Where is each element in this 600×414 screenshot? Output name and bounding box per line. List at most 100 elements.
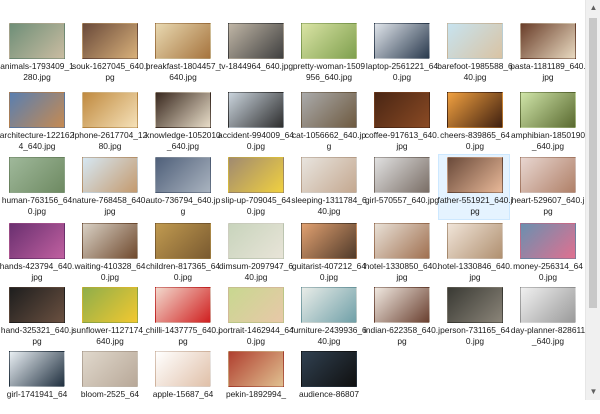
file-name: coffee-917613_640.jpg <box>364 130 440 151</box>
file-tile[interactable]: person-731165_640.jpg <box>438 284 510 350</box>
file-tile[interactable]: breakfast-1804457_640.jpg <box>146 20 220 86</box>
file-thumbnail <box>155 351 211 387</box>
file-thumbnail <box>82 287 138 323</box>
file-tile[interactable]: apple-15687_64 <box>146 348 218 414</box>
file-tile[interactable]: furniture-2439936_640.jpg <box>291 284 367 350</box>
file-tile[interactable]: nature-768458_640.jpg <box>72 154 148 220</box>
file-tile[interactable]: hands-423794_640.jpg <box>0 220 75 286</box>
file-tile[interactable]: portrait-1462944_640.jpg <box>218 284 294 350</box>
file-thumbnail <box>447 92 503 128</box>
file-tile[interactable]: animals-1793409_1280.jpg <box>0 20 74 86</box>
file-thumbnail <box>155 157 211 193</box>
file-tile[interactable]: audience-86807 <box>292 348 364 414</box>
file-thumbnail <box>301 92 357 128</box>
file-name: furniture-2439936_640.jpg <box>291 325 367 346</box>
file-thumbnail <box>520 157 576 193</box>
file-name: tv-1844964_640.jpg <box>218 61 294 71</box>
file-tile[interactable]: girl-570557_640.jpg <box>364 154 440 220</box>
file-thumbnail <box>520 92 576 128</box>
file-name: slip-up-709045_640.jpg <box>221 195 291 216</box>
file-tile[interactable]: pekin-1892994_ <box>219 348 291 414</box>
file-tile[interactable]: hand-325321_640.jpg <box>0 284 74 350</box>
file-tile[interactable]: cat-1056662_640.jpg <box>291 89 367 155</box>
file-tile[interactable]: barefoot-1985588_640.jpg <box>437 20 513 86</box>
file-tile[interactable]: waiting-410328_640.jpg <box>73 220 145 286</box>
file-thumbnail <box>447 287 503 323</box>
file-tile[interactable]: human-763156_640.jpg <box>0 154 72 220</box>
file-thumbnail <box>228 223 284 259</box>
chevron-up-icon[interactable]: ▲ <box>586 0 600 16</box>
file-thumbnail <box>301 351 357 387</box>
file-tile[interactable]: girl-1741941_64 <box>0 348 72 414</box>
file-tile[interactable]: indian-622358_640.jpg <box>364 284 440 350</box>
file-tile[interactable]: heart-529607_640.jpg <box>511 154 585 220</box>
file-name: apple-15687_64 <box>152 389 214 399</box>
file-tile[interactable]: dimsum-2097947_640.jpg <box>218 220 294 286</box>
file-tile[interactable]: sleeping-1311784_640.jpg <box>291 154 367 220</box>
file-tile[interactable]: children-817365_640.jpg <box>146 220 220 286</box>
vertical-scrollbar[interactable]: ▲ ▼ <box>585 0 600 400</box>
file-name: sleeping-1311784_640.jpg <box>291 195 367 216</box>
file-name: day-planner-828611_640.jpg <box>510 325 586 346</box>
file-tile[interactable]: father-551921_640.jpg <box>438 154 512 220</box>
file-thumbnail <box>228 92 284 128</box>
file-name: chilli-1437775_640.jpg <box>145 325 221 346</box>
file-thumbnail <box>82 157 138 193</box>
file-tile[interactable]: amphibian-1850190_640.jpg <box>511 89 585 155</box>
file-tile[interactable]: hotel-1330850_640.jpg <box>364 220 440 286</box>
file-name: nature-768458_640.jpg <box>72 195 148 216</box>
file-thumbnail <box>9 23 65 59</box>
file-tile[interactable]: bloom-2525_64 <box>73 348 145 414</box>
file-tile[interactable]: souk-1627045_640.jpg <box>72 20 148 86</box>
file-name: girl-570557_640.jpg <box>364 195 440 205</box>
file-name: hands-423794_640.jpg <box>0 261 75 282</box>
file-tile[interactable]: guitarist-407212_640.jpg <box>291 220 367 286</box>
file-name: audience-86807 <box>298 389 360 399</box>
file-name: guitarist-407212_640.jpg <box>291 261 367 282</box>
file-tile[interactable]: iphone-2617704_1280.jpg <box>73 89 147 155</box>
file-thumbnail <box>9 92 65 128</box>
file-tile[interactable]: sunflower-1127174_640.jpg <box>72 284 148 350</box>
file-tile[interactable]: pasta-1181189_640.jpg <box>510 20 586 86</box>
file-tile[interactable]: hotel-1330846_640.jpg <box>437 220 513 286</box>
file-name: dimsum-2097947_640.jpg <box>218 261 294 282</box>
file-name: barefoot-1985588_640.jpg <box>437 61 513 82</box>
file-name: architecture-1221624_640.jpg <box>0 130 75 151</box>
file-tile[interactable]: laptop-2561221_640.jpg <box>365 20 438 86</box>
file-thumbnail <box>82 351 138 387</box>
file-thumbnail <box>520 287 576 323</box>
file-thumbnail <box>301 23 357 59</box>
file-tile[interactable]: day-planner-828611_640.jpg <box>510 284 586 350</box>
file-tile[interactable]: tv-1844964_640.jpg <box>218 20 294 86</box>
file-tile[interactable]: auto-736794_640.jpg <box>146 154 220 220</box>
file-tile[interactable]: coffee-917613_640.jpg <box>364 89 440 155</box>
file-tile[interactable]: knowledge-1052010_640.jpg <box>145 89 221 155</box>
file-name: hotel-1330850_640.jpg <box>364 261 440 282</box>
file-name: girl-1741941_64 <box>6 389 68 399</box>
file-thumbnail <box>520 223 576 259</box>
file-name: cat-1056662_640.jpg <box>291 130 367 151</box>
file-thumbnail <box>155 92 211 128</box>
file-tile[interactable]: money-256314_640.jpg <box>511 220 583 286</box>
file-name: hotel-1330846_640.jpg <box>437 261 513 282</box>
scrollbar-thumb[interactable] <box>589 18 597 308</box>
file-name: hand-325321_640.jpg <box>0 325 74 346</box>
chevron-down-icon[interactable]: ▼ <box>586 384 600 400</box>
file-name: souk-1627045_640.jpg <box>72 61 148 82</box>
file-tile[interactable]: architecture-1221624_640.jpg <box>0 89 75 155</box>
file-name: cheers-839865_640.jpg <box>440 130 510 151</box>
file-thumbnail <box>374 223 430 259</box>
file-tile[interactable]: accident-994009_640.jpg <box>218 89 294 155</box>
file-thumbnail <box>447 23 503 59</box>
file-tile[interactable]: pretty-woman-1509956_640.jpg <box>292 20 365 86</box>
file-name: waiting-410328_640.jpg <box>74 261 146 282</box>
file-tile[interactable]: slip-up-709045_640.jpg <box>219 154 291 220</box>
file-tile[interactable]: chilli-1437775_640.jpg <box>145 284 221 350</box>
file-name: indian-622358_640.jpg <box>364 325 440 346</box>
file-thumbnail <box>374 287 430 323</box>
file-tile[interactable]: cheers-839865_640.jpg <box>438 89 510 155</box>
file-name: accident-994009_640.jpg <box>218 130 294 151</box>
file-thumbnail <box>82 223 138 259</box>
file-thumbnail <box>155 223 211 259</box>
file-name: heart-529607_640.jpg <box>511 195 585 216</box>
